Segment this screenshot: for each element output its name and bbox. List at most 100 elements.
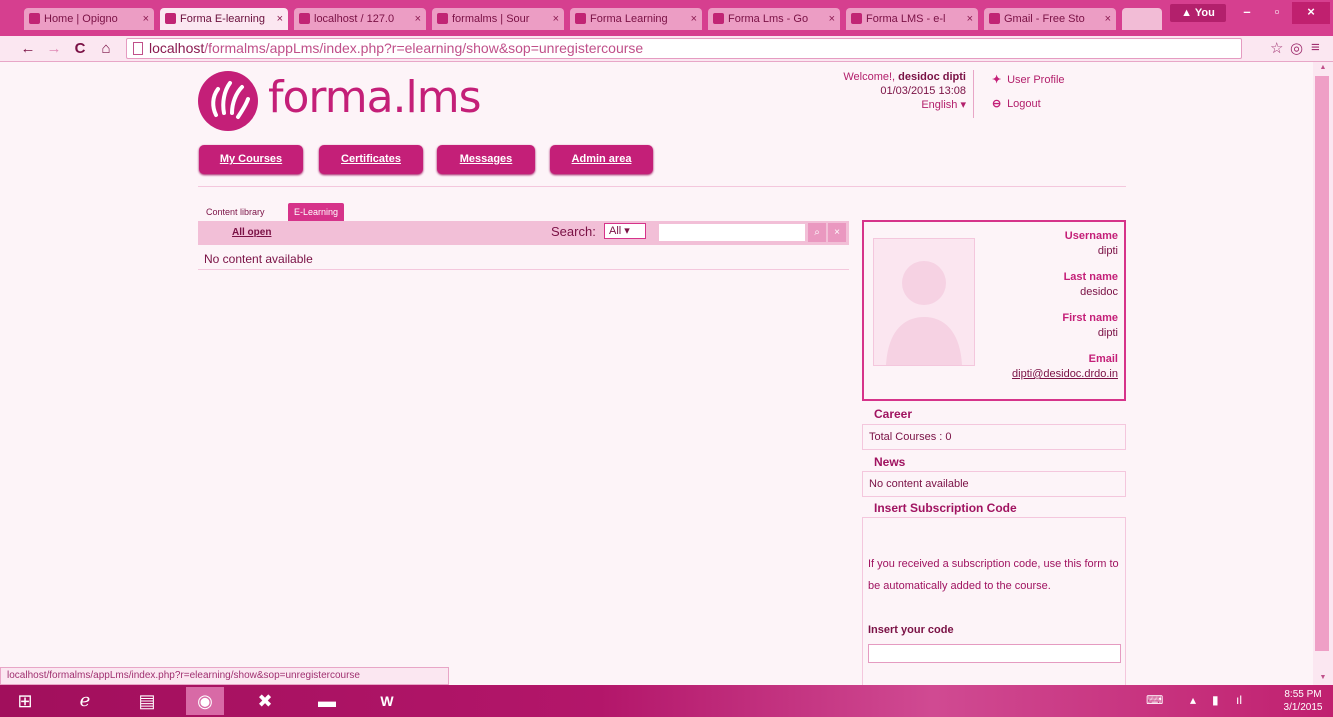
site-favicon-icon [851, 13, 862, 24]
news-empty: No content available [862, 471, 1126, 497]
windows-taskbar: ⊞ e ▤ ◉ ✖ ▬ W ⌨ ▴ ▮ ıl 8:55 PM 3/1/2015 [0, 685, 1333, 717]
site-favicon-icon [299, 13, 310, 24]
search-filter-value: All [609, 225, 622, 237]
battery-icon[interactable]: ▮ [1212, 693, 1219, 707]
close-tab-icon[interactable]: × [967, 8, 973, 30]
maximize-icon[interactable]: ▫ [1262, 2, 1292, 24]
keyboard-icon[interactable]: ⌨ [1146, 693, 1163, 707]
subscription-title: Insert Subscription Code [874, 501, 1017, 515]
xampp-icon[interactable]: ✖ [246, 687, 284, 715]
forma-lms-logo[interactable]: forma.lms [198, 68, 518, 132]
close-tab-icon[interactable]: × [277, 8, 283, 30]
current-user-name: desidoc dipti [898, 71, 966, 83]
clock-date: 3/1/2015 [1283, 702, 1323, 713]
clear-search-icon[interactable]: × [828, 223, 846, 242]
user-profile-label: User Profile [1007, 74, 1065, 86]
close-tab-icon[interactable]: × [691, 8, 697, 30]
tab-label: Forma LMS - e-l [866, 13, 946, 25]
close-tab-icon[interactable]: × [829, 8, 835, 30]
browser-tab-active[interactable]: Forma E-learning × [160, 8, 288, 30]
welcome-block: Welcome!, desidoc dipti 01/03/2015 13:08… [780, 70, 966, 112]
search-icon[interactable]: ⌕ [808, 223, 826, 242]
browser-tab-bar: Home | Opigno × Forma E-learning × local… [0, 0, 1333, 36]
email-link[interactable]: dipti@desidoc.drdo.in [1012, 368, 1118, 380]
system-clock[interactable]: 8:55 PM 3/1/2015 [1278, 688, 1328, 714]
home-icon[interactable]: ⌂ [96, 39, 116, 59]
file-explorer-icon[interactable]: ▤ [128, 687, 166, 715]
close-tab-icon[interactable]: × [553, 8, 559, 30]
extension-icon[interactable]: ◎ [1290, 39, 1303, 57]
chrome-icon[interactable]: ◉ [186, 687, 224, 715]
tab-label: Home | Opigno [44, 13, 118, 25]
site-favicon-icon [437, 13, 448, 24]
header-divider [973, 70, 974, 118]
tray-arrow-icon[interactable]: ▴ [1190, 693, 1196, 707]
address-bar: ← → C ⌂ localhost/formalms/appLms/index.… [0, 36, 1333, 62]
browser-tab[interactable]: Home | Opigno × [24, 8, 154, 30]
user-profile-chip[interactable]: ▲ You [1170, 4, 1226, 22]
all-open-link[interactable]: All open [232, 227, 271, 238]
url-input[interactable]: localhost/formalms/appLms/index.php?r=el… [126, 38, 1242, 59]
page-icon [133, 42, 143, 55]
caret-down-icon: ▾ [960, 99, 966, 111]
browser-tab[interactable]: Gmail - Free Sto × [984, 8, 1116, 30]
page-scrollbar[interactable]: ▲ ▼ [1313, 62, 1333, 685]
menu-icon[interactable]: ≡ [1311, 39, 1320, 56]
user-profile-link[interactable]: ✦ User Profile [992, 73, 1065, 86]
back-arrow-icon[interactable]: ← [18, 39, 38, 59]
network-icon[interactable]: ıl [1236, 693, 1242, 707]
new-tab-button[interactable] [1122, 8, 1162, 30]
tab-label: Forma Lms - Go [728, 13, 809, 25]
course-toolbar: All open Search: All ▾ ⌕ × [198, 221, 849, 245]
clock-time: 8:55 PM [1284, 689, 1322, 700]
browser-tab[interactable]: Forma Learning × [570, 8, 702, 30]
browser-tab[interactable]: Forma Lms - Go × [708, 8, 840, 30]
messages-button[interactable]: Messages [437, 145, 535, 174]
hand-logo-icon [198, 71, 258, 131]
close-tab-icon[interactable]: × [143, 8, 149, 30]
certificates-button[interactable]: Certificates [319, 145, 423, 174]
firstname-value: dipti [1097, 327, 1118, 339]
scroll-thumb[interactable] [1315, 76, 1329, 651]
internet-explorer-icon[interactable]: e [66, 687, 104, 715]
browser-tab[interactable]: formalms | Sour × [432, 8, 564, 30]
logo-text: forma.lms [268, 72, 482, 123]
browser-tab[interactable]: localhost / 127.0 × [294, 8, 426, 30]
scroll-up-icon[interactable]: ▲ [1313, 62, 1333, 74]
terminal-icon[interactable]: ▬ [308, 687, 346, 715]
my-courses-button[interactable]: My Courses [199, 145, 303, 174]
browser-tab[interactable]: Forma LMS - e-l × [846, 8, 978, 30]
subscription-code-input[interactable] [868, 644, 1121, 663]
minimize-icon[interactable]: – [1232, 2, 1262, 24]
windows-start-icon[interactable]: ⊞ [6, 687, 44, 715]
user-chip-label: You [1194, 7, 1215, 19]
welcome-prefix: Welcome!, [843, 71, 896, 83]
close-tab-icon[interactable]: × [415, 8, 421, 30]
status-bar: localhost/formalms/appLms/index.php?r=el… [0, 667, 449, 685]
word-icon[interactable]: W [368, 687, 406, 715]
admin-area-button[interactable]: Admin area [550, 145, 653, 174]
lastname-label: Last name [1063, 271, 1118, 283]
forward-arrow-icon[interactable]: → [44, 39, 64, 59]
firstname-label: First name [1062, 312, 1118, 324]
news-title: News [874, 455, 906, 469]
scroll-down-icon[interactable]: ▼ [1313, 672, 1333, 684]
logout-link[interactable]: ⊖ Logout [992, 97, 1041, 110]
username-label: Username [1064, 230, 1118, 242]
site-favicon-icon [165, 13, 176, 24]
close-tab-icon[interactable]: × [1105, 8, 1111, 30]
username-value: dipti [1097, 245, 1118, 257]
reload-icon[interactable]: C [70, 39, 90, 59]
tab-label: Forma Learning [590, 13, 668, 25]
site-favicon-icon [575, 13, 586, 24]
bookmark-star-icon[interactable]: ☆ [1270, 39, 1283, 57]
search-input[interactable] [658, 223, 806, 242]
tab-content-library[interactable]: Content library [200, 203, 271, 221]
language-selector[interactable]: English ▾ [780, 98, 966, 112]
url-host: localhost [149, 40, 205, 56]
search-filter-select[interactable]: All ▾ [604, 223, 646, 239]
close-window-icon[interactable]: × [1292, 2, 1330, 24]
empty-course-list: No content available [198, 248, 849, 270]
tab-elearning[interactable]: E-Learning [288, 203, 345, 221]
site-favicon-icon [713, 13, 724, 24]
